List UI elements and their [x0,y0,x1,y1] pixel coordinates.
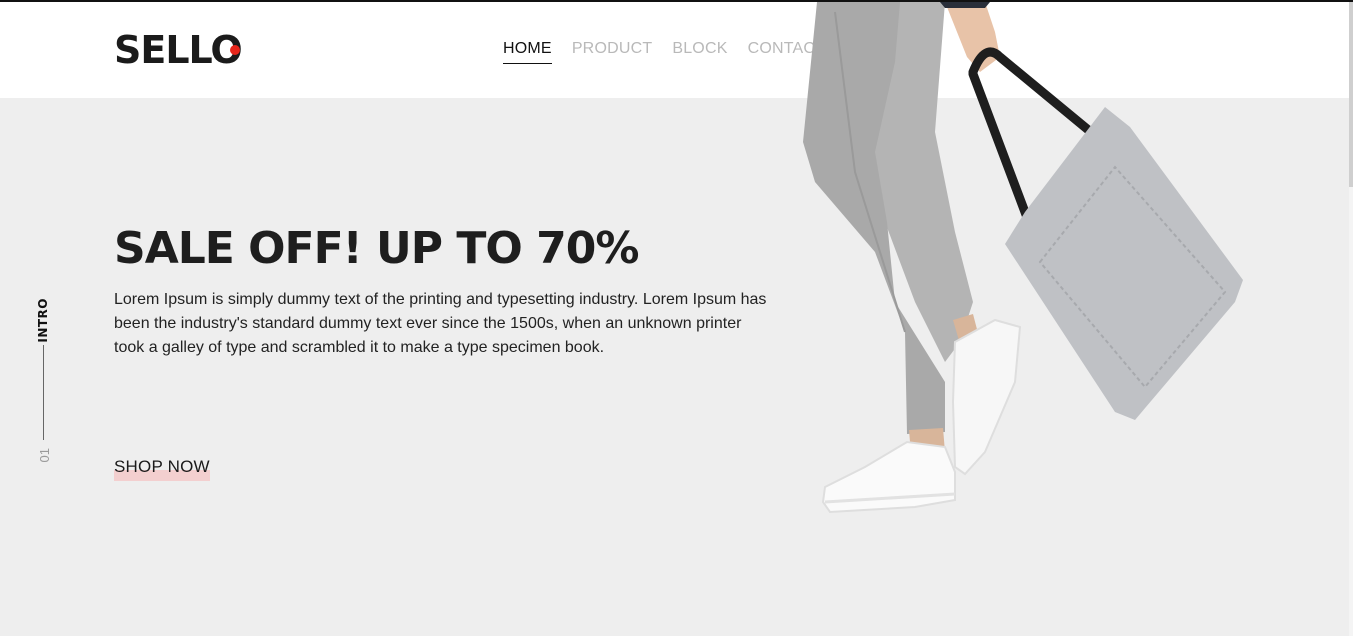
tote-bag [1005,107,1243,420]
section-side-number: 01 [37,448,52,463]
scrollbar-thumb[interactable] [1349,2,1353,187]
section-side-label: INTRO [36,298,50,343]
hero-description: Lorem Ipsum is simply dummy text of the … [114,291,767,356]
hero-product-image [803,2,1243,514]
shoe-back [951,318,1022,476]
nav-item-product[interactable]: PRODUCT [572,40,653,64]
site-logo[interactable]: SELLO [114,30,243,70]
logo-dot-icon [230,45,240,55]
window-top-border [0,0,1353,2]
shop-now-button[interactable]: SHOP NOW [114,457,210,477]
nav-item-home[interactable]: HOME [503,40,552,64]
nav-item-block[interactable]: BLOCK [672,40,727,64]
arm [945,2,1000,72]
hero-headline: SALE OFF! UP TO 70% [114,223,639,274]
main-nav: HOME PRODUCT BLOCK CONTACT [503,40,825,64]
section-side-divider [43,345,44,440]
